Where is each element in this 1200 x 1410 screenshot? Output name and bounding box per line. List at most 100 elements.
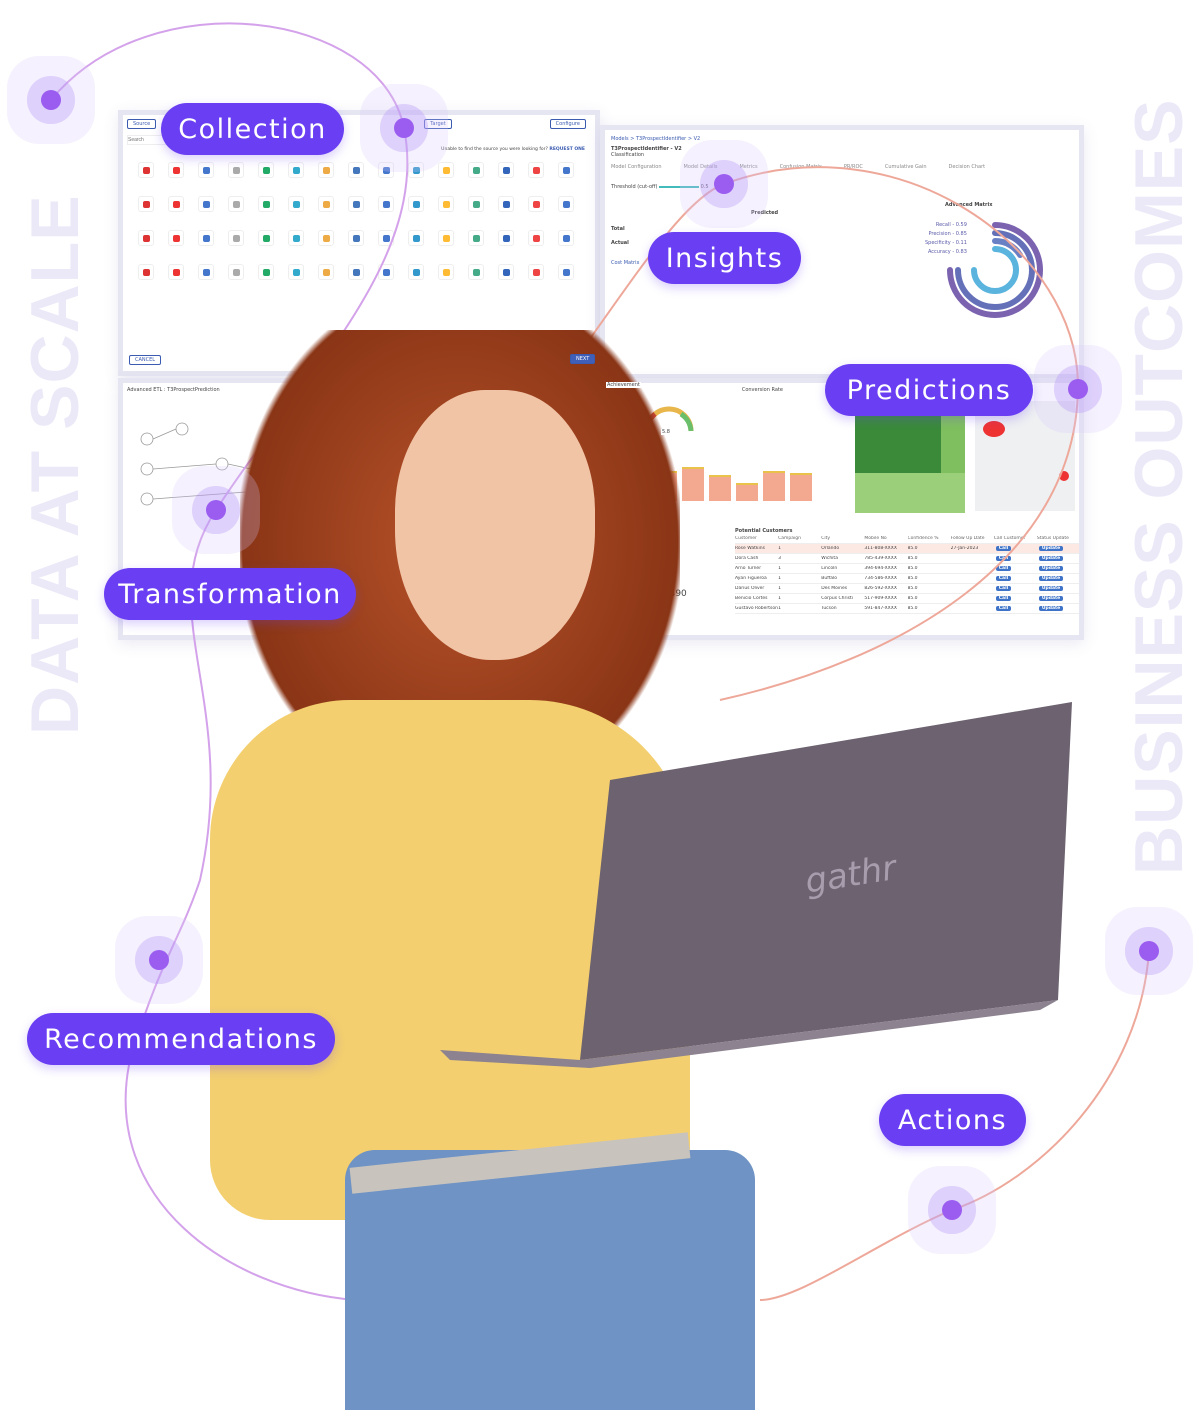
connector-icon[interactable] <box>558 230 574 246</box>
connector-icon[interactable] <box>438 264 454 280</box>
update-button[interactable]: Update <box>1038 566 1064 571</box>
connector-icon[interactable] <box>198 162 214 178</box>
connector-icon[interactable] <box>438 230 454 246</box>
call-button[interactable]: Call <box>995 596 1012 601</box>
table-cell: 85.0 <box>907 586 918 591</box>
call-button[interactable]: Call <box>995 566 1012 571</box>
update-button[interactable]: Update <box>1038 586 1064 591</box>
connector-icon[interactable] <box>408 162 424 178</box>
connector-icon[interactable] <box>258 162 274 178</box>
connector-icon[interactable] <box>348 162 364 178</box>
call-button[interactable]: Call <box>995 546 1012 551</box>
call-button[interactable]: Call <box>995 606 1012 611</box>
cancel-button[interactable]: CANCEL <box>129 355 162 365</box>
call-button[interactable]: Call <box>995 586 1012 591</box>
connector-icon[interactable] <box>558 162 574 178</box>
connector-icon[interactable] <box>498 230 514 246</box>
connector-icon[interactable] <box>318 196 334 212</box>
label-predictions: Predictions <box>825 364 1033 416</box>
connector-icon[interactable] <box>408 230 424 246</box>
connector-icon[interactable] <box>138 162 154 178</box>
connector-icon[interactable] <box>528 162 544 178</box>
connector-icon[interactable] <box>438 162 454 178</box>
call-button[interactable]: Call <box>995 576 1012 581</box>
request-link[interactable]: REQUEST ONE <box>549 147 585 152</box>
connector-icon[interactable] <box>228 230 244 246</box>
table-cell: Des Moines <box>821 586 848 591</box>
update-button[interactable]: Update <box>1038 546 1064 551</box>
connector-icon[interactable] <box>258 264 274 280</box>
connector-icon[interactable] <box>168 230 184 246</box>
model-tab[interactable]: PR/ROC <box>844 164 863 170</box>
connector-icon[interactable] <box>378 162 394 178</box>
update-button[interactable]: Update <box>1038 606 1064 611</box>
connector-icon[interactable] <box>288 230 304 246</box>
label-actions: Actions <box>879 1094 1026 1146</box>
connector-icon[interactable] <box>228 264 244 280</box>
column-header: Follow Up Date <box>950 536 985 541</box>
matrix-title: Advanced Matrix <box>945 202 993 208</box>
model-tab[interactable]: Cumulative Gain <box>885 164 927 170</box>
table-cell: 27-Jan-2023 <box>950 546 979 551</box>
model-tab[interactable]: Metrics <box>739 164 757 170</box>
connector-icon[interactable] <box>498 264 514 280</box>
connector-icon[interactable] <box>318 264 334 280</box>
connector-icon[interactable] <box>408 264 424 280</box>
connector-icon[interactable] <box>468 230 484 246</box>
tab-configure[interactable]: Configure <box>549 119 586 129</box>
connector-icon[interactable] <box>528 264 544 280</box>
connector-icon[interactable] <box>408 196 424 212</box>
call-button[interactable]: Call <box>995 556 1012 561</box>
threshold-slider[interactable] <box>659 185 700 188</box>
connector-icon[interactable] <box>468 264 484 280</box>
model-tab[interactable]: Model Configuration <box>611 164 662 170</box>
connector-icon[interactable] <box>258 230 274 246</box>
model-tab[interactable]: Decision Chart <box>949 164 986 170</box>
connector-icon[interactable] <box>168 264 184 280</box>
connector-icon[interactable] <box>528 196 544 212</box>
update-button[interactable]: Update <box>1038 556 1064 561</box>
connector-icon[interactable] <box>198 196 214 212</box>
connector-icon[interactable] <box>318 230 334 246</box>
connector-icon[interactable] <box>258 196 274 212</box>
connector-icon[interactable] <box>198 230 214 246</box>
connector-icon[interactable] <box>378 230 394 246</box>
connector-icon[interactable] <box>198 264 214 280</box>
connector-icon[interactable] <box>558 196 574 212</box>
tab-target[interactable]: Target <box>424 119 452 129</box>
model-tab[interactable]: Model Details <box>684 164 718 170</box>
update-button[interactable]: Update <box>1038 596 1064 601</box>
connector-icon[interactable] <box>288 162 304 178</box>
update-button[interactable]: Update <box>1038 576 1064 581</box>
connector-icon[interactable] <box>558 264 574 280</box>
connector-icon[interactable] <box>288 264 304 280</box>
table-cell: 3 <box>778 556 781 561</box>
connector-icon[interactable] <box>528 230 544 246</box>
table-cell: 1 <box>778 586 781 591</box>
next-button[interactable]: NEXT <box>570 354 596 364</box>
connector-icon[interactable] <box>138 230 154 246</box>
connector-icon[interactable] <box>498 196 514 212</box>
table-cell: Wichita <box>821 556 838 561</box>
connector-icon[interactable] <box>168 196 184 212</box>
connector-icon[interactable] <box>168 162 184 178</box>
connector-icon[interactable] <box>318 162 334 178</box>
connector-icon[interactable] <box>138 264 154 280</box>
connector-icon[interactable] <box>228 196 244 212</box>
connector-icon[interactable] <box>498 162 514 178</box>
connector-icon[interactable] <box>348 230 364 246</box>
connector-icon[interactable] <box>138 196 154 212</box>
connector-icon[interactable] <box>468 162 484 178</box>
connector-icon[interactable] <box>378 196 394 212</box>
model-tab[interactable]: Confusion Matrix <box>780 164 822 170</box>
connector-icon[interactable] <box>468 196 484 212</box>
table-cell: 311-808-XXXX <box>864 546 897 551</box>
connector-icon[interactable] <box>228 162 244 178</box>
connector-icon[interactable] <box>288 196 304 212</box>
threshold-value[interactable]: 0.5 <box>701 184 709 190</box>
connector-icon[interactable] <box>378 264 394 280</box>
tab-source[interactable]: Source <box>127 119 157 129</box>
connector-icon[interactable] <box>348 196 364 212</box>
connector-icon[interactable] <box>438 196 454 212</box>
connector-icon[interactable] <box>348 264 364 280</box>
